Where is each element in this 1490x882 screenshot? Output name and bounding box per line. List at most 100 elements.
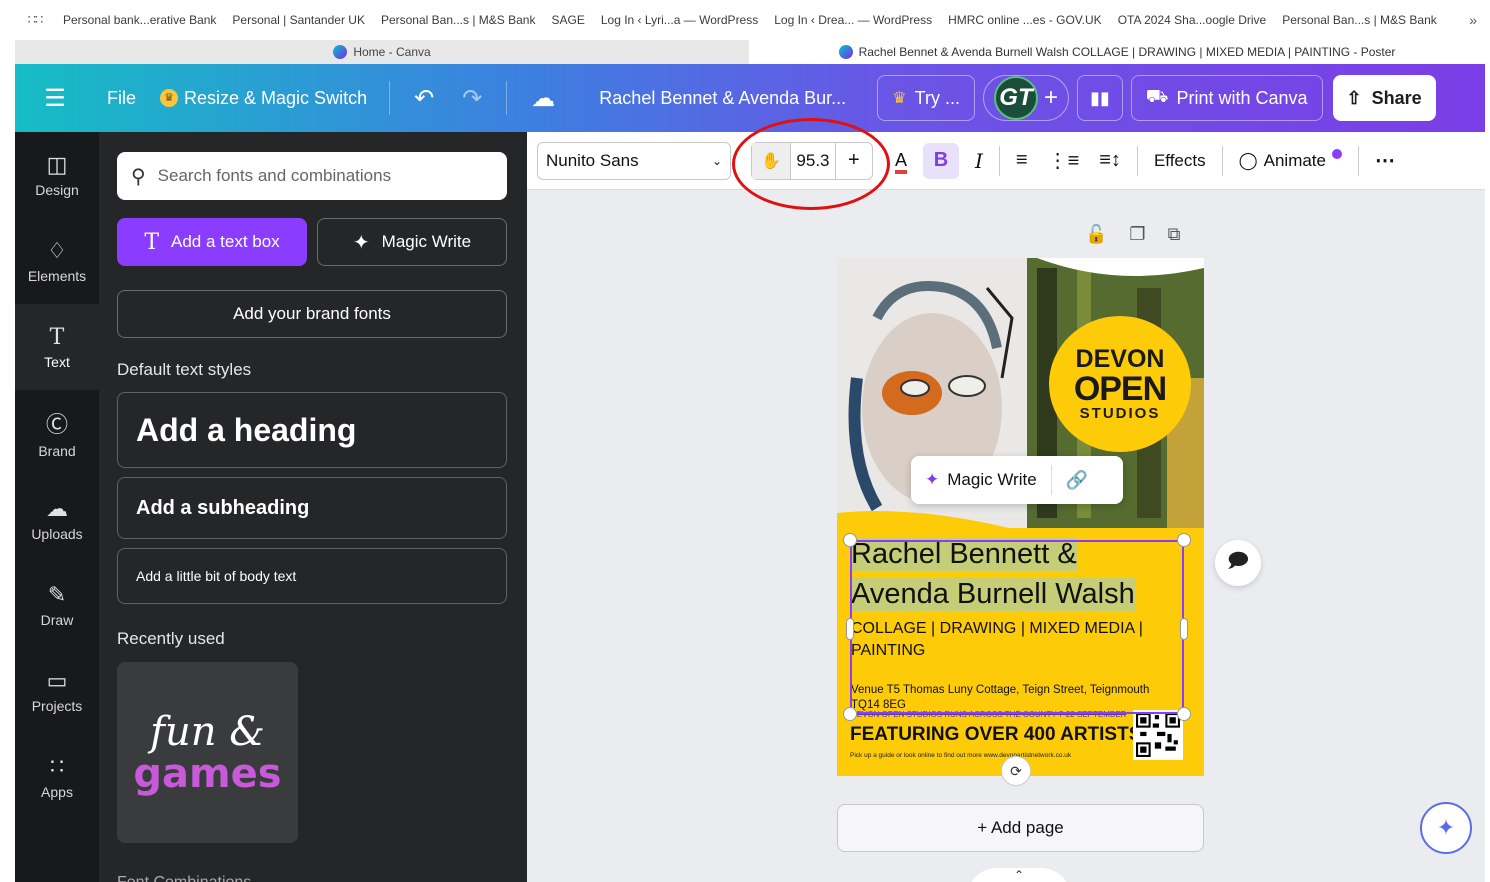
try-label: Try ... <box>914 87 960 108</box>
animate-button[interactable]: ◯ Animate <box>1229 148 1352 171</box>
bookmark[interactable]: SAGE <box>543 13 592 27</box>
cloud-saved-icon[interactable]: ☁ <box>517 84 569 113</box>
bookmark[interactable]: OTA 2024 Sha...oogle Drive <box>1110 13 1275 27</box>
nav-uploads[interactable]: ☁ Uploads <box>15 476 99 562</box>
nav-label: Projects <box>31 698 83 714</box>
featuring-banner[interactable]: FEATURING OVER 400 ARTISTS <box>850 724 1141 746</box>
add-text-box-button[interactable]: T Add a text box <box>117 218 307 266</box>
resize-handle[interactable] <box>843 707 857 721</box>
lock-icon[interactable]: 🔓 <box>1085 224 1107 245</box>
recent-font-card[interactable]: fun & games <box>117 662 298 843</box>
nav-projects[interactable]: ▭ Projects <box>15 648 99 734</box>
bookmark[interactable]: Personal Ban...s | M&S Bank <box>1274 13 1445 27</box>
add-subheading-button[interactable]: Add a subheading <box>117 477 507 539</box>
link-icon[interactable]: 🔗 <box>1052 470 1102 491</box>
divider <box>506 81 508 115</box>
avatar[interactable]: GT <box>993 76 1038 120</box>
magic-write-popup-button[interactable]: ✦ Magic Write <box>911 470 1051 490</box>
font-combinations-heading: Font Combinations <box>117 874 251 882</box>
bullet-list-icon[interactable]: ⋮≡ <box>1038 148 1090 173</box>
align-left-icon[interactable]: ≡ <box>1006 149 1038 172</box>
add-collaborator-icon[interactable]: + <box>1044 84 1058 112</box>
editor-canvas-area: Nunito Sans ⌄ ✋ 95.3 + A B I ≡ ⋮≡ ≡↕ Eff… <box>527 118 1485 882</box>
file-menu[interactable]: File <box>95 88 148 109</box>
tab-poster[interactable]: Rachel Bennet & Avenda Burnell Walsh COL… <box>749 40 1485 64</box>
magic-write-label: Magic Write <box>381 232 472 251</box>
divider <box>389 81 391 115</box>
text-selection-box[interactable] <box>850 540 1184 714</box>
bookmark[interactable]: HMRC online ...es - GOV.UK <box>940 13 1110 27</box>
nav-text[interactable]: T Text <box>15 304 99 390</box>
resize-handle[interactable] <box>1177 533 1191 547</box>
new-badge-dot <box>1332 148 1342 159</box>
document-title[interactable]: Rachel Bennet & Avenda Bur... <box>599 88 855 109</box>
canva-favicon-icon <box>838 45 853 59</box>
resize-label: Resize & Magic Switch <box>184 87 368 108</box>
nav-draw[interactable]: ✎ Draw <box>15 562 99 648</box>
add-heading-button[interactable]: Add a heading <box>117 392 507 468</box>
effects-button[interactable]: Effects <box>1144 151 1216 171</box>
italic-button[interactable]: I <box>965 149 993 173</box>
heading-label: Add a heading <box>136 411 357 448</box>
add-body-text-button[interactable]: Add a little bit of body text <box>117 548 507 604</box>
bookmark[interactable]: Personal Ban...s | M&S Bank <box>373 13 544 27</box>
chevron-down-icon: ⌄ <box>711 153 722 168</box>
tab-home[interactable]: Home - Canva <box>15 40 749 64</box>
nav-design[interactable]: ◫ Design <box>15 132 99 218</box>
bookmark[interactable]: Personal bank...erative Bank <box>55 13 224 27</box>
add-page-button[interactable]: + Add page <box>837 804 1204 852</box>
upload-icon: ⇧ <box>1346 87 1362 108</box>
qr-code <box>1133 710 1183 760</box>
tab-label: Rachel Bennet & Avenda Burnell Walsh COL… <box>858 45 1396 59</box>
line-spacing-icon[interactable]: ≡↕ <box>1089 149 1131 172</box>
resize-handle[interactable] <box>1177 707 1191 721</box>
add-comment-icon[interactable]: 🗩 <box>1215 540 1261 586</box>
font-search[interactable]: ⚲ Search fonts and combinations <box>117 152 507 200</box>
nav-apps[interactable]: ∷ Apps <box>15 734 99 820</box>
add-page-icon[interactable]: ⧉ <box>1168 224 1181 245</box>
default-styles-heading: Default text styles <box>117 360 252 379</box>
poster-canvas[interactable]: DEVON OPEN STUDIOS Rachel Bennett & Aven… <box>837 258 1204 776</box>
divider <box>1136 145 1138 176</box>
try-pro-button[interactable]: ♛ Try ... <box>877 75 975 121</box>
font-family-select[interactable]: Nunito Sans ⌄ <box>537 141 731 180</box>
more-options-icon[interactable]: ⋯ <box>1365 148 1405 173</box>
resize-handle[interactable] <box>843 533 857 547</box>
nav-brand[interactable]: Ⓒ Brand <box>15 390 99 476</box>
more-bookmarks-icon[interactable]: » <box>1469 12 1477 28</box>
search-input[interactable]: Search fonts and combinations <box>158 166 391 186</box>
subheading-label: Add a subheading <box>136 496 310 519</box>
resize-button[interactable]: ♛ Resize & Magic Switch <box>148 88 379 109</box>
nav-label: Elements <box>27 268 87 284</box>
resize-handle[interactable] <box>1180 618 1188 640</box>
bold-button[interactable]: B <box>923 142 960 179</box>
elements-icon: ♢ <box>47 238 67 263</box>
brand-fonts-button[interactable]: Add your brand fonts <box>117 290 507 338</box>
undo-icon[interactable]: ↶ <box>400 84 448 113</box>
sparkle-assistant-icon[interactable]: ✦ <box>1420 802 1472 854</box>
text-panel: ⚲ Search fonts and combinations T Add a … <box>99 132 527 882</box>
recent-line1: fun & <box>150 708 265 755</box>
resize-handle[interactable] <box>846 618 854 640</box>
page-actions: 🔓 ❐ ⧉ <box>1085 224 1180 245</box>
share-button[interactable]: ⇧ Share <box>1332 75 1436 121</box>
bookmark[interactable]: Personal | Santander UK <box>224 13 373 27</box>
nav-elements[interactable]: ♢ Elements <box>15 218 99 304</box>
print-button[interactable]: ⛟ Print with Canva <box>1130 75 1323 121</box>
crown-icon: ♛ <box>160 89 179 107</box>
divider <box>1358 145 1359 176</box>
apps-grid-icon[interactable]: ∷∷ <box>15 12 55 28</box>
magic-write-button[interactable]: ✦ Magic Write <box>317 218 507 266</box>
rotate-handle-icon[interactable]: ⟳ <box>1001 756 1031 786</box>
hamburger-menu-icon[interactable]: ☰ <box>15 84 95 113</box>
bookmark[interactable]: Log In ‹ Lyri...a — WordPress <box>593 13 766 27</box>
nav-label: Text <box>44 353 70 370</box>
scroll-up-handle-icon[interactable]: ⌃ <box>967 868 1071 882</box>
duplicate-page-icon[interactable]: ❐ <box>1129 224 1145 245</box>
insights-button[interactable]: ▮▮ <box>1076 75 1123 121</box>
animate-label: Animate <box>1263 150 1326 170</box>
bookmark[interactable]: Log In ‹ Drea... — WordPress <box>766 13 940 27</box>
redo-icon[interactable]: ↷ <box>448 84 496 113</box>
magic-wand-icon: ✦ <box>925 470 940 489</box>
apps-icon: ∷ <box>50 754 64 779</box>
